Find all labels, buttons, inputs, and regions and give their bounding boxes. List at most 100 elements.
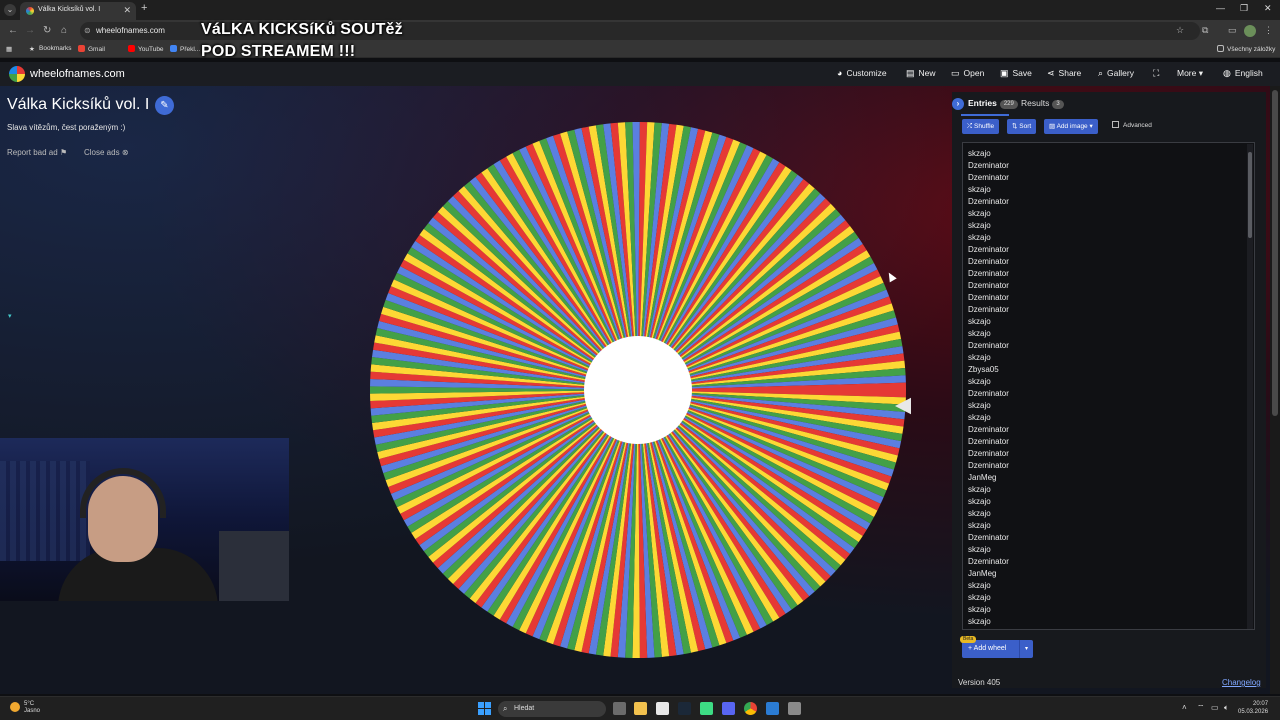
tab-results[interactable]: Results 3 [1021, 98, 1064, 109]
entry-item[interactable]: skzajo [968, 148, 1009, 160]
home-icon[interactable]: ⌂ [61, 25, 67, 36]
entry-item[interactable]: Dzeminator [968, 436, 1009, 448]
wheel-center[interactable] [584, 336, 692, 444]
language-button[interactable]: ◍ English [1223, 68, 1263, 79]
entry-item[interactable]: skzajo [968, 496, 1009, 508]
bookmark-star-icon[interactable]: ☆ [1176, 25, 1184, 36]
shuffle-button[interactable]: ⤮ Shuffle [962, 119, 1000, 134]
calculator-icon[interactable] [788, 702, 801, 715]
share-button[interactable]: ⋖ Share [1047, 68, 1081, 79]
entry-item[interactable]: skzajo [968, 232, 1009, 244]
entries-textarea[interactable]: skzajo Dzeminator Dzeminator skzajo Dzeminat… [962, 142, 1255, 630]
close-ads-link[interactable]: Close ads ⊗ [84, 148, 129, 157]
tab-search-button[interactable]: ⌄ [4, 4, 16, 16]
site-name[interactable]: wheelofnames.com [30, 68, 125, 80]
taskbar-search[interactable]: ⌕ Hledat [498, 701, 606, 717]
gallery-button[interactable]: ⌕ Gallery [1098, 68, 1134, 79]
entry-item[interactable]: Dzeminator [968, 280, 1009, 292]
close-window-icon[interactable]: ✕ [1264, 3, 1272, 14]
entry-item[interactable]: skzajo [968, 376, 1009, 388]
entry-item[interactable]: Dzeminator [968, 172, 1009, 184]
entry-item[interactable]: skzajo [968, 352, 1009, 364]
reload-icon[interactable]: ↻ [43, 25, 51, 36]
add-image-button[interactable]: ▨ Add image ▾ [1044, 119, 1098, 134]
entry-item[interactable]: skzajo [968, 484, 1009, 496]
site-info-icon[interactable]: ⊜ [84, 26, 91, 35]
more-button[interactable]: More ▾ [1177, 68, 1203, 79]
network-icon[interactable]: ⌔ [1197, 703, 1205, 713]
entry-item[interactable]: skzajo [968, 208, 1009, 220]
new-tab-button[interactable]: + [141, 2, 147, 14]
entry-item[interactable]: skzajo [968, 412, 1009, 424]
entry-item[interactable]: Dzeminator [968, 268, 1009, 280]
entry-item[interactable]: skzajo [968, 184, 1009, 196]
browser-tab[interactable]: Válka Kicksíků vol. I ✕ [20, 2, 136, 20]
entry-item[interactable]: Dzeminator [968, 160, 1009, 172]
entry-item[interactable]: skzajo [968, 220, 1009, 232]
changelog-link[interactable]: Changelog [1222, 678, 1261, 687]
advanced-checkbox[interactable]: Advanced [1112, 121, 1152, 129]
save-button[interactable]: ▣ Save [1000, 68, 1032, 79]
tab-entries[interactable]: › Entries 229 [952, 98, 1018, 110]
bookmark-item[interactable]: YouTube [128, 45, 164, 53]
restore-icon[interactable]: ❐ [1240, 3, 1248, 14]
entry-item[interactable]: skzajo [968, 592, 1009, 604]
discord-icon[interactable] [722, 702, 735, 715]
entry-item[interactable]: skzajo [968, 400, 1009, 412]
checkbox-icon[interactable] [1112, 121, 1119, 128]
entry-item[interactable]: skzajo [968, 604, 1009, 616]
entry-item[interactable]: JanMeg [968, 472, 1009, 484]
file-explorer-icon[interactable] [634, 702, 647, 715]
open-button[interactable]: ▭ Open [951, 68, 984, 79]
customize-button[interactable]: ◕ Customize [837, 68, 887, 78]
entry-item[interactable]: skzajo [968, 520, 1009, 532]
windows-start-icon[interactable] [478, 702, 491, 715]
display-icon[interactable]: ▭ [1211, 703, 1219, 712]
minimize-icon[interactable]: — [1216, 3, 1225, 13]
steam-icon[interactable] [678, 702, 691, 715]
new-button[interactable]: ▤ New [906, 68, 936, 79]
entry-item[interactable]: Dzeminator [968, 196, 1009, 208]
page-scrollbar-thumb[interactable] [1272, 90, 1278, 416]
bookmark-item[interactable]: Gmail [78, 45, 105, 53]
tray-chevron-icon[interactable]: ˄ [1182, 703, 1187, 712]
sort-button[interactable]: ⇅ Sort [1007, 119, 1037, 134]
entry-item[interactable]: JanMeg [968, 568, 1009, 580]
report-bad-ad-link[interactable]: Report bad ad ⚑ [7, 148, 67, 157]
entry-item[interactable]: skzajo [968, 508, 1009, 520]
volume-icon[interactable]: 🔈︎ [1224, 703, 1229, 713]
sidebar-icon[interactable]: ▭ [1228, 25, 1237, 36]
entry-item[interactable]: skzajo [968, 580, 1009, 592]
entry-item[interactable]: Dzeminator [968, 304, 1009, 316]
entries-list[interactable]: skzajo Dzeminator Dzeminator skzajo Dzeminat… [968, 148, 1009, 628]
forward-icon[interactable]: → [25, 25, 35, 36]
entry-item[interactable]: Dzeminator [968, 532, 1009, 544]
add-wheel-dropdown-icon[interactable]: ▾ [1019, 640, 1033, 658]
all-bookmarks[interactable]: Všechny záložky [1217, 45, 1275, 53]
task-view-icon[interactable] [613, 702, 626, 715]
entry-item[interactable]: Dzeminator [968, 292, 1009, 304]
store-icon[interactable] [656, 702, 669, 715]
edit-title-button[interactable]: ✎ [155, 96, 174, 115]
page-scrollbar[interactable] [1270, 86, 1280, 694]
bookmark-item[interactable]: ★ Bookmarks [29, 45, 72, 53]
entry-item[interactable]: Dzeminator [968, 256, 1009, 268]
entry-item[interactable]: Zbysa05 [968, 364, 1009, 376]
entry-item[interactable]: skzajo [968, 544, 1009, 556]
entry-item[interactable]: Dzeminator [968, 340, 1009, 352]
chrome-icon[interactable] [744, 702, 757, 715]
bookmark-item[interactable]: Překl... [170, 45, 200, 53]
close-tab-icon[interactable]: ✕ [123, 5, 131, 16]
entry-item[interactable]: Dzeminator [968, 244, 1009, 256]
extensions-icon[interactable]: ⧉ [1202, 25, 1208, 36]
entry-item[interactable]: skzajo [968, 316, 1009, 328]
notepad-icon[interactable] [766, 702, 779, 715]
apps-icon[interactable]: ▦ [6, 45, 12, 53]
entry-item[interactable]: Dzeminator [968, 556, 1009, 568]
entry-item[interactable]: Dzeminator [968, 460, 1009, 472]
wheel[interactable] [365, 120, 911, 666]
fullscreen-button[interactable]: ⛶ [1153, 68, 1163, 79]
entry-item[interactable]: skzajo [968, 616, 1009, 628]
entry-item[interactable]: Dzeminator [968, 448, 1009, 460]
entry-item[interactable]: skzajo [968, 328, 1009, 340]
